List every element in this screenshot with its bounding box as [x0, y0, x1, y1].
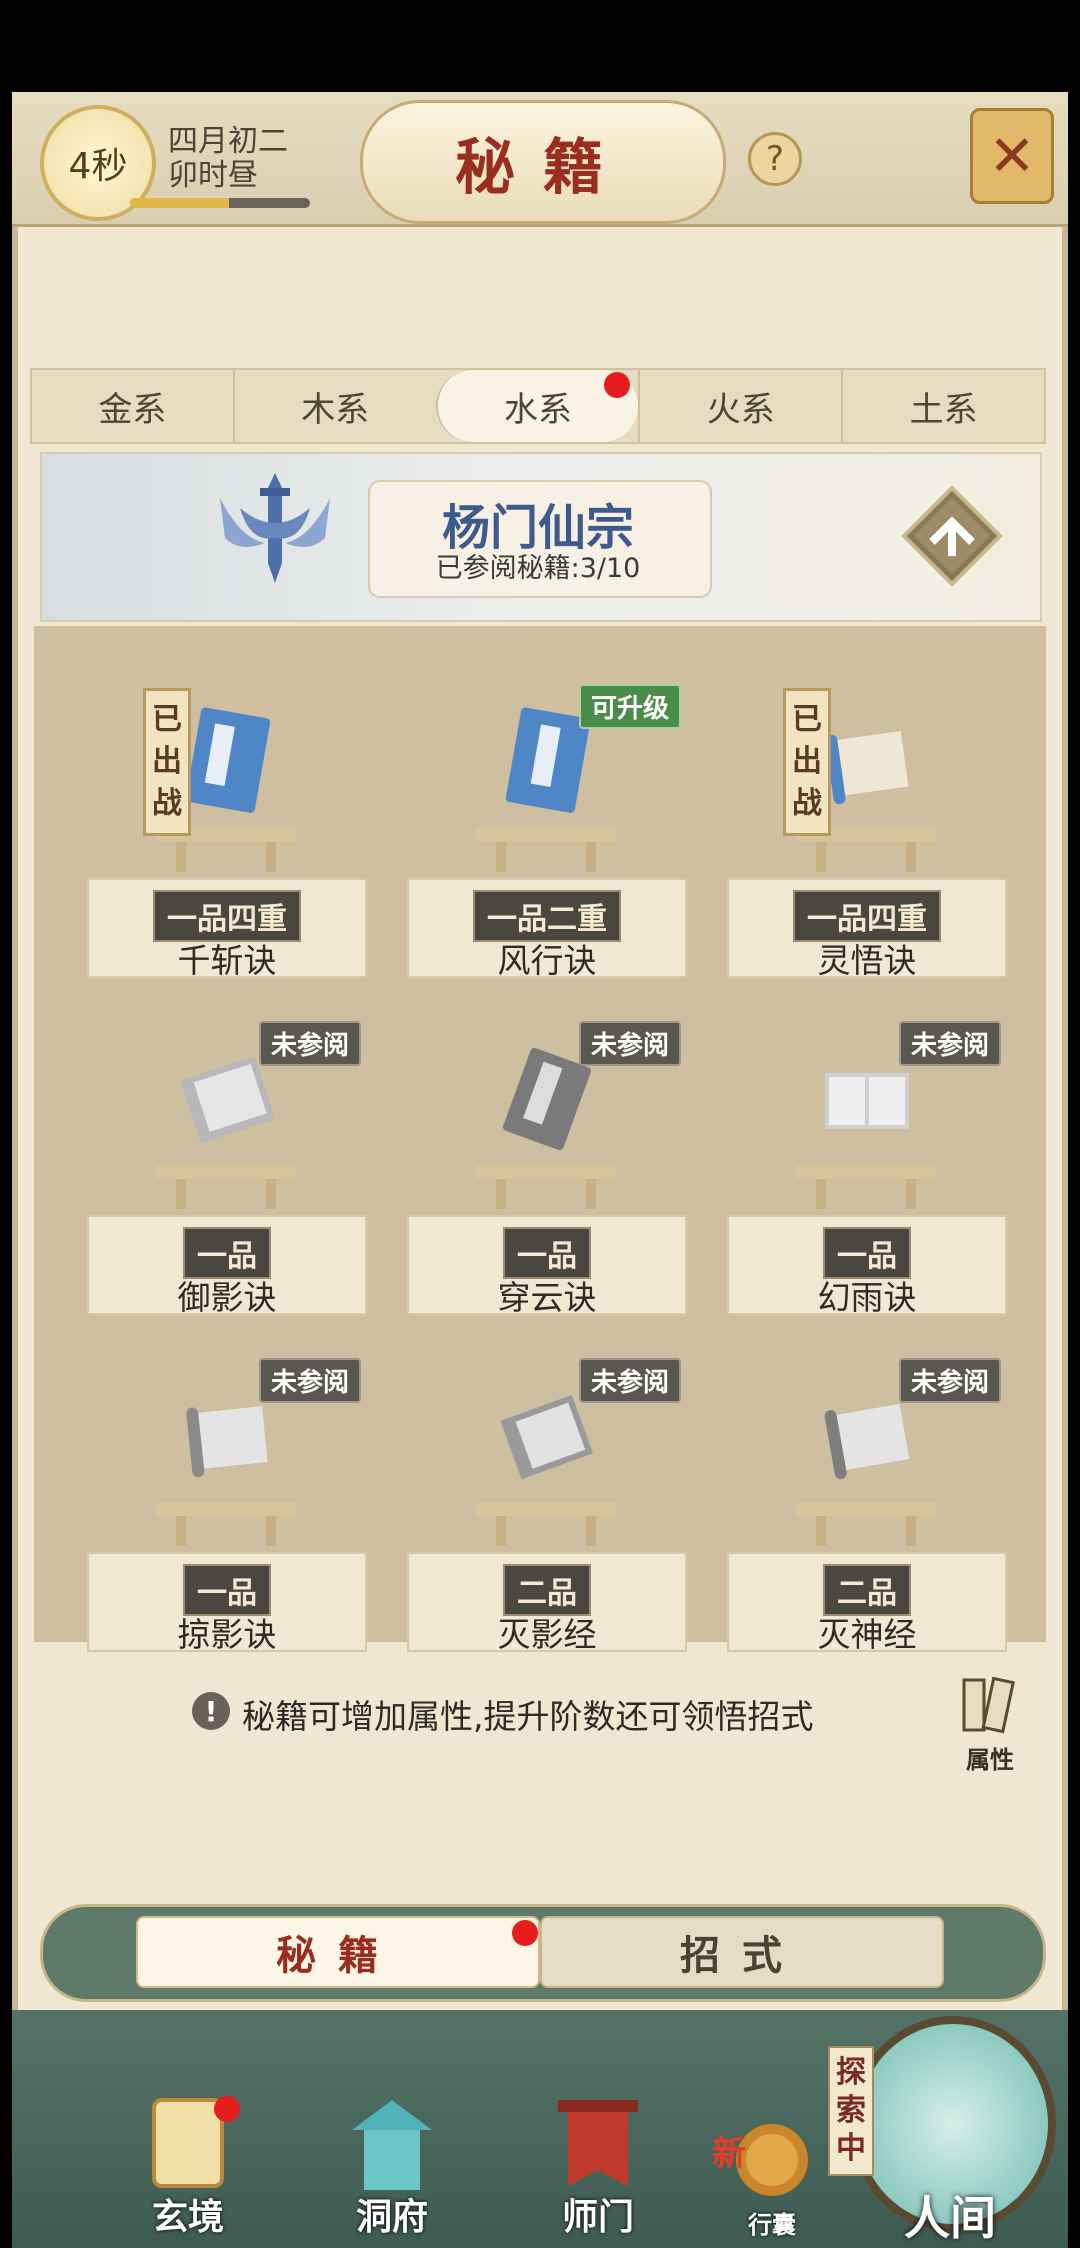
tab-label: 金系: [98, 389, 167, 430]
page-title: 秘籍: [455, 132, 631, 203]
stand-icon: [796, 1165, 936, 1209]
book-name: 御影诀: [177, 1278, 277, 1317]
nav-realm[interactable]: 玄境: [128, 2090, 248, 2240]
book-card[interactable]: 已出战 一品四重 千斩诀: [87, 648, 367, 984]
book-name: 千斩诀: [177, 941, 277, 980]
nav-label: 洞府: [355, 2196, 428, 2238]
title-plate: 秘籍: [360, 100, 726, 224]
tab-label: 火系: [706, 389, 775, 430]
deployed-status: 已出战: [143, 688, 191, 836]
stand-icon: [796, 1502, 936, 1546]
new-badge: 新: [712, 2134, 746, 2174]
notification-dot: [214, 2096, 240, 2122]
tab-label: 秘籍: [276, 1932, 400, 1979]
unread-badge: 未参阅: [898, 1358, 1001, 1403]
attributes-button[interactable]: 属性: [950, 1676, 1030, 1774]
unread-badge: 未参阅: [578, 1021, 681, 1066]
stand-icon: [476, 1502, 616, 1546]
close-icon: ✕: [988, 123, 1036, 189]
tab-earth[interactable]: 土系: [841, 370, 1044, 442]
upgradable-badge: 可升级: [578, 684, 681, 729]
stand-icon: [476, 828, 616, 872]
world-label: 人间: [904, 2191, 996, 2245]
book-name: 风行诀: [497, 941, 597, 980]
day-progress-bar: [130, 198, 310, 208]
tab-wood[interactable]: 木系: [232, 370, 436, 442]
book-card[interactable]: 未参阅 一品 掠影诀: [87, 1322, 367, 1658]
tip-text: 秘籍可增加属性,提升阶数还可领悟招式: [242, 1697, 814, 1736]
close-button[interactable]: ✕: [970, 108, 1054, 204]
deployed-status: 已出战: [783, 688, 831, 836]
tab-label: 木系: [301, 389, 370, 430]
stand-icon: [156, 1502, 296, 1546]
day-progress-fill: [130, 198, 229, 208]
book-name: 灵悟诀: [817, 941, 917, 980]
unread-badge: 未参阅: [258, 1021, 361, 1066]
book-card[interactable]: 未参阅 一品 穿云诀: [407, 985, 687, 1321]
book-name: 穿云诀: [497, 1278, 597, 1317]
tab-fire[interactable]: 火系: [638, 370, 841, 442]
upgrade-button[interactable]: [900, 484, 1004, 588]
nav-cave[interactable]: 洞府: [332, 2090, 452, 2240]
tab-moves[interactable]: 招式: [540, 1916, 944, 1988]
book-name: 幻雨诀: [817, 1278, 917, 1317]
unread-badge: 未参阅: [578, 1358, 681, 1403]
tab-water[interactable]: 水系: [435, 370, 639, 442]
nav-label: 玄境: [151, 2196, 224, 2238]
notification-dot: [512, 1920, 538, 1946]
book-name: 灭影经: [497, 1615, 597, 1654]
stand-icon: [476, 1165, 616, 1209]
book-name: 灭神经: [817, 1615, 917, 1654]
element-tabs: 金系 木系 水系 火系 土系: [30, 368, 1046, 444]
book-name: 掠影诀: [177, 1615, 277, 1654]
pagoda-icon: [352, 2100, 432, 2190]
nav-sect[interactable]: 师门: [538, 2090, 658, 2240]
nav-bag[interactable]: 新 行囊: [712, 2090, 832, 2240]
time-label: 卯时昼: [168, 158, 258, 193]
read-count: 已参阅秘籍:3/10: [435, 553, 641, 584]
help-button[interactable]: ?: [748, 132, 802, 186]
book-card[interactable]: 未参阅 二品 灭影经: [407, 1322, 687, 1658]
notification-dot: [604, 372, 631, 398]
nav-label: 师门: [561, 2196, 634, 2238]
unread-badge: 未参阅: [258, 1358, 361, 1403]
book-card[interactable]: 未参阅 二品 灭神经: [727, 1322, 1007, 1658]
banner-icon: [558, 2100, 638, 2186]
book-card[interactable]: 未参阅 一品 御影诀: [87, 985, 367, 1321]
tab-label: 招式: [680, 1932, 804, 1979]
exploring-tag: 探索中: [828, 2046, 874, 2176]
tab-label: 土系: [909, 389, 978, 430]
attributes-label: 属性: [966, 1746, 1014, 1774]
tab-metal[interactable]: 金系: [32, 370, 233, 442]
book-card[interactable]: 已出战 一品四重 灵悟诀: [727, 648, 1007, 984]
book-card[interactable]: 可升级 一品二重 风行诀: [407, 648, 687, 984]
sword-emblem-icon: [220, 473, 330, 583]
book-card[interactable]: 未参阅 一品 幻雨诀: [727, 985, 1007, 1321]
book-stack-icon: [962, 1676, 1015, 1734]
nav-label: 行囊: [748, 2210, 796, 2239]
info-icon: !: [192, 1692, 230, 1730]
tab-label: 水系: [503, 389, 572, 430]
unread-badge: 未参阅: [898, 1021, 1001, 1066]
tab-secret-books[interactable]: 秘籍: [136, 1916, 540, 1988]
stand-icon: [156, 1165, 296, 1209]
